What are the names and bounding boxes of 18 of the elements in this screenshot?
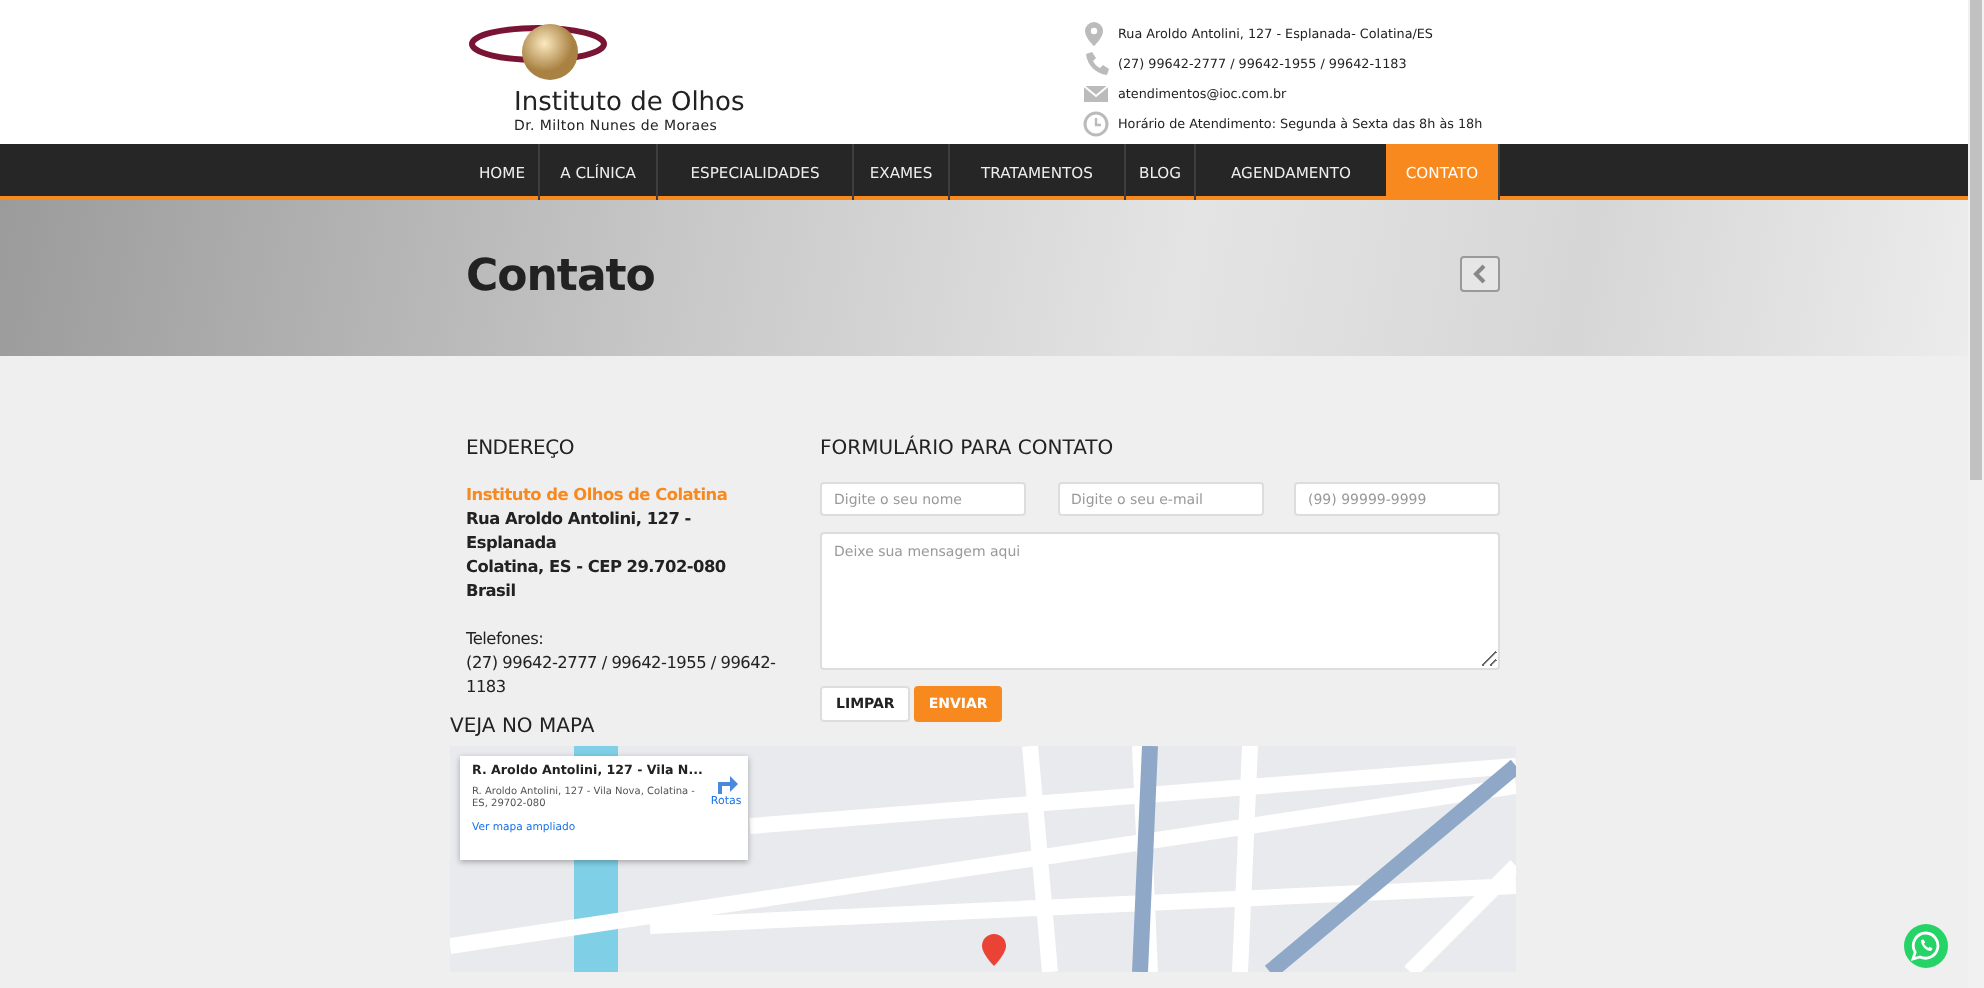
address-line: Brasil: [466, 578, 518, 602]
scrollbar-thumb[interactable]: [1970, 0, 1982, 480]
phones-text: (27) 99642-2777 / 99642-1955 / 99642-1183: [466, 650, 778, 698]
phones-label: Telefones:: [466, 626, 546, 650]
logo-title: Instituto de Olhos: [514, 90, 746, 118]
page-title: Contato: [466, 252, 655, 302]
section-heading: VEJA NO MAPA: [450, 714, 597, 742]
section-heading: FORMULÁRIO PARA CONTATO: [820, 436, 1116, 464]
back-button[interactable]: [1460, 256, 1500, 292]
whatsapp-button[interactable]: [1904, 924, 1948, 968]
address-line: Colatina, ES - CEP 29.702-080: [466, 554, 728, 578]
clock-icon: [1082, 109, 1110, 137]
section-heading: ENDEREÇO: [466, 436, 576, 464]
address-line: Rua Aroldo Antolini, 127 - Esplanada: [466, 506, 693, 554]
phone-icon: [1082, 49, 1110, 77]
chat-bubble-icon: [1910, 930, 1942, 962]
chevron-left-icon: [1472, 264, 1488, 284]
clinic-name: Instituto de Olhos de Colatina: [466, 482, 730, 506]
